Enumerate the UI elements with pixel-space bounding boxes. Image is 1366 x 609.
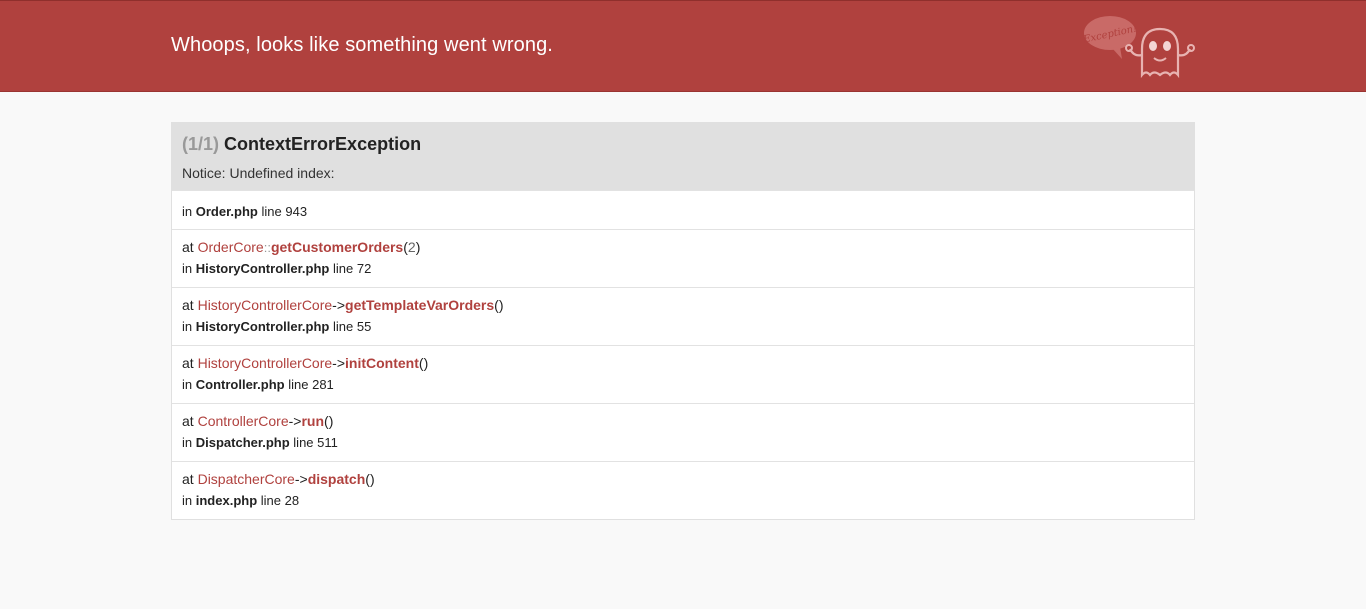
file-name: HistoryController.php — [195, 319, 330, 334]
close-paren: ) — [423, 355, 429, 371]
exception-summary: (1/1) ContextErrorException Notice: Unde… — [172, 123, 1194, 190]
frame-method: initContent — [345, 355, 419, 371]
line-number: 943 — [285, 204, 308, 219]
frame-location: in index.php line 28 — [182, 493, 1184, 508]
frame-separator: :: — [263, 240, 271, 255]
frame-location: in HistoryController.php line 72 — [182, 261, 1184, 276]
close-paren: ) — [415, 239, 421, 255]
in-label: in — [182, 435, 193, 450]
line-number: 55 — [356, 319, 372, 334]
frame-separator: -> — [288, 413, 302, 429]
stack-frame: at HistoryControllerCore->initContent() … — [172, 345, 1194, 403]
frame-class: ControllerCore — [197, 413, 289, 429]
file-name: Dispatcher.php — [195, 435, 290, 450]
stack-frame: at OrderCore::getCustomerOrders(2) in Hi… — [172, 229, 1194, 287]
in-label: in — [182, 493, 193, 508]
first-location-row: in Order.php line 943 — [172, 190, 1194, 229]
exception-count: (1/1) — [182, 134, 220, 154]
line-number: 28 — [284, 493, 300, 508]
exception-message: Notice: Undefined index: — [182, 165, 335, 181]
line-number: 511 — [317, 435, 338, 450]
line-label: line — [333, 261, 354, 276]
close-paren: ) — [328, 413, 334, 429]
frame-location: in Controller.php line 281 — [182, 377, 1184, 392]
stack-frame: at DispatcherCore->dispatch() in index.p… — [172, 461, 1194, 519]
line-label: line — [288, 377, 309, 392]
stack-frame: at ControllerCore->run() in Dispatcher.p… — [172, 403, 1194, 461]
exception-panel: (1/1) ContextErrorException Notice: Unde… — [171, 122, 1195, 520]
file-name: Order.php — [195, 204, 258, 219]
frame-separator: -> — [332, 297, 346, 313]
frame-method: dispatch — [307, 471, 366, 487]
at-label: at — [182, 355, 194, 371]
at-label: at — [182, 413, 194, 429]
frame-class: DispatcherCore — [197, 471, 295, 487]
line-label: line — [260, 493, 282, 508]
in-label: in — [182, 319, 193, 334]
exception-title: (1/1) ContextErrorException — [182, 134, 1184, 155]
frame-method: getCustomerOrders — [270, 239, 404, 255]
frame-method: run — [301, 413, 325, 429]
frame-separator: -> — [332, 355, 346, 371]
frame-separator: -> — [294, 471, 308, 487]
at-label: at — [182, 239, 194, 255]
file-name: Controller.php — [195, 377, 285, 392]
close-paren: ) — [498, 297, 504, 313]
in-label: in — [182, 204, 193, 219]
frame-call: at DispatcherCore->dispatch() — [182, 471, 1184, 487]
frame-call: at HistoryControllerCore->initContent() — [182, 355, 1184, 371]
line-number: 72 — [356, 261, 372, 276]
in-label: in — [182, 261, 193, 276]
line-label: line — [333, 319, 354, 334]
line-number: 281 — [312, 377, 334, 392]
file-name: HistoryController.php — [195, 261, 330, 276]
exception-ghost-icon: Exception! — [1082, 16, 1195, 79]
line-label: line — [293, 435, 314, 450]
frame-class: OrderCore — [197, 239, 264, 255]
frame-call: at OrderCore::getCustomerOrders(2) — [182, 239, 1184, 255]
frame-call: at ControllerCore->run() — [182, 413, 1184, 429]
exception-name: ContextErrorException — [224, 134, 422, 154]
frame-class: HistoryControllerCore — [197, 297, 333, 313]
in-label: in — [182, 377, 193, 392]
error-header: Whoops, looks like something went wrong.… — [0, 0, 1366, 92]
frame-location: in Dispatcher.php line 511 — [182, 435, 1184, 450]
page-title: Whoops, looks like something went wrong. — [171, 34, 553, 56]
at-label: at — [182, 297, 194, 313]
frame-method: getTemplateVarOrders — [345, 297, 495, 313]
close-paren: ) — [369, 471, 375, 487]
frame-class: HistoryControllerCore — [197, 355, 333, 371]
frame-location: in HistoryController.php line 55 — [182, 319, 1184, 334]
frame-args: 2 — [407, 239, 416, 255]
line-label: line — [261, 204, 282, 219]
stack-frame: at HistoryControllerCore->getTemplateVar… — [172, 287, 1194, 345]
at-label: at — [182, 471, 194, 487]
frame-call: at HistoryControllerCore->getTemplateVar… — [182, 297, 1184, 313]
file-name: index.php — [195, 493, 258, 508]
